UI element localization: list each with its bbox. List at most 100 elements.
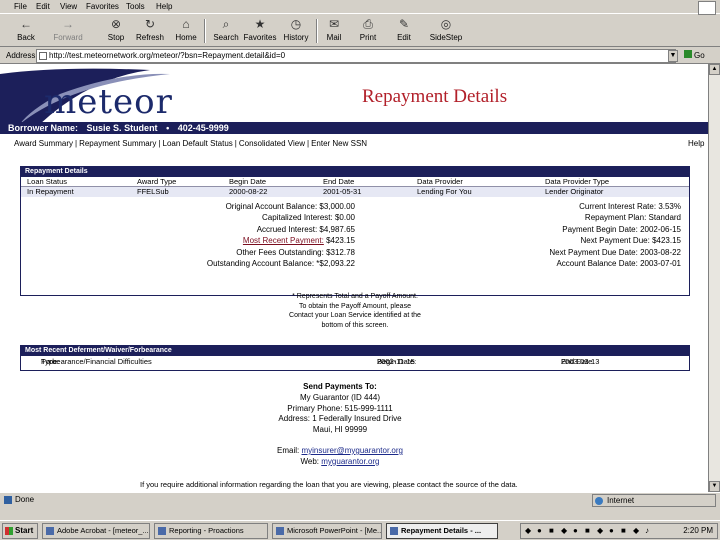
guarantor-address: Address: 1 Federally Insured Drive (278, 414, 402, 424)
refresh-button[interactable]: ↻ Refresh (130, 17, 170, 45)
menu-edit[interactable]: Edit (36, 2, 50, 11)
tray-icon[interactable]: ◆ (525, 527, 533, 535)
nav-tabs: Award Summary | Repayment Summary | Loan Def… (14, 139, 368, 148)
menu-favorites[interactable]: Favorites (86, 2, 119, 11)
history-button[interactable]: ◷ History (276, 17, 316, 45)
home-button[interactable]: ⌂ Home (166, 17, 206, 45)
forward-button[interactable]: → Forward (48, 17, 88, 45)
borrower-name: Susie S. Student (86, 123, 158, 133)
tray-icon[interactable]: ◆ (633, 527, 641, 535)
tray-icon[interactable]: ◆ (597, 527, 605, 535)
most-recent-payment-link[interactable]: Most Recent Payment: (243, 236, 324, 245)
table-cell: 2001-05-31 (323, 187, 362, 196)
sidestep-button[interactable]: ◎ SideStep (426, 17, 466, 45)
tray-icon[interactable]: ■ (621, 527, 629, 535)
send-payments-block: Send Payments To: My Guarantor (ID 444) … (250, 382, 430, 468)
vertical-scrollbar[interactable]: ▲ ▼ (708, 64, 720, 492)
payment-begin-line: Payment Begin Date: 2002-06-15 (562, 224, 681, 234)
deferment-section: Most Recent Deferment/Waiver/Forbearance… (20, 345, 690, 371)
balance-date-line: Account Balance Date: 2003-07-01 (556, 258, 681, 268)
taskbar-item-acrobat[interactable]: Adobe Acrobat - [meteor_... (42, 523, 150, 539)
folder-icon (158, 527, 166, 535)
repayment-details-section: Repayment Details Loan Status Award Type… (20, 166, 690, 296)
page-content: meteor Repayment Details Borrower Name: … (0, 64, 708, 492)
guarantor-name: My Guarantor (ID 444) (299, 392, 381, 402)
taskbar-item-powerpoint[interactable]: Microsoft PowerPoint - [Me... (272, 523, 382, 539)
help-link[interactable]: Help (688, 139, 704, 148)
guarantor-email-link[interactable]: myinsurer@myguarantor.org (301, 446, 403, 455)
column-header: Loan Status (27, 177, 68, 186)
tab-enter-new-ssn[interactable]: Enter New SSN (311, 139, 367, 148)
back-button[interactable]: ← Back (6, 17, 46, 45)
repayment-plan-line: Repayment Plan: Standard (584, 213, 681, 223)
payment-column: Current Interest Rate: 3.53% Repayment P… (361, 201, 681, 269)
scroll-down-icon[interactable]: ▼ (709, 481, 720, 492)
go-button[interactable]: Go (684, 50, 705, 60)
edit-button[interactable]: ✎ Edit (384, 17, 424, 45)
refresh-icon: ↻ (144, 17, 156, 31)
start-button[interactable]: Start (2, 523, 38, 539)
tray-icon[interactable]: ■ (585, 527, 593, 535)
tab-award-summary[interactable]: Award Summary (14, 139, 73, 148)
mail-icon: ✉ (328, 17, 340, 31)
borrower-separator: • (166, 123, 170, 133)
next-payment-line: Next Payment Due: $423.15 (580, 236, 681, 246)
history-icon: ◷ (290, 17, 302, 31)
address-input[interactable]: http://test.meteornetwork.org/meteor/?bs… (36, 49, 676, 63)
powerpoint-icon (276, 527, 284, 535)
scroll-up-icon[interactable]: ▲ (709, 64, 720, 75)
tray-icon[interactable]: ● (609, 527, 617, 535)
tray-icon[interactable]: ◆ (561, 527, 569, 535)
menu-tools[interactable]: Tools (126, 2, 145, 11)
windows-flag-icon (5, 527, 13, 535)
go-arrow-icon (684, 50, 692, 58)
volume-icon[interactable]: ♪ (645, 527, 653, 535)
header: meteor Repayment Details (0, 64, 708, 124)
status-bar: Done Internet (0, 492, 720, 508)
edit-icon: ✎ (398, 17, 410, 31)
table-row[interactable]: In Repayment FFELSub 2000-08-22 2001-05-… (21, 187, 689, 197)
system-tray: ◆ ● ■ ◆ ● ■ ◆ ● ■ ◆ ♪ 2:20 PM (520, 523, 718, 539)
toolbar: ← Back → Forward ⊗ Stop ↻ Refresh ⌂ Home ⌕ Sea… (0, 15, 720, 47)
page-done-icon (4, 495, 12, 504)
search-icon: ⌕ (222, 17, 230, 31)
meteor-logo: meteor (44, 82, 173, 122)
home-icon: ⌂ (182, 17, 190, 31)
accrued-interest-line: Accrued Interest: $4,987.65 (256, 224, 355, 234)
send-payments-heading: Send Payments To: (303, 382, 377, 391)
tray-icon[interactable]: ● (537, 527, 545, 535)
table-cell: Lender Originator (545, 187, 604, 196)
menu-view[interactable]: View (60, 2, 77, 11)
acrobat-icon (46, 527, 54, 535)
print-button[interactable]: ⎙ Print (348, 17, 388, 45)
tray-icon[interactable]: ■ (549, 527, 557, 535)
back-arrow-icon: ← (20, 17, 32, 31)
column-header: End Date (323, 177, 355, 186)
status-text: Done (4, 495, 34, 504)
menu-help[interactable]: Help (156, 2, 172, 11)
table-header-row: Loan Status Award Type Begin Date End Da… (21, 177, 689, 187)
ie-icon (390, 527, 398, 535)
address-dropdown-icon[interactable]: ▼ (668, 50, 678, 62)
stop-icon: ⊗ (110, 17, 122, 31)
column-header: Data Provider (417, 177, 463, 186)
menu-file[interactable]: File (14, 2, 27, 11)
forward-arrow-icon: → (62, 17, 74, 31)
tray-icon[interactable]: ● (573, 527, 581, 535)
footer-note: If you require additional information re… (140, 480, 518, 489)
menu-bar: File Edit View Favorites Tools Help (0, 0, 720, 15)
table-cell: Lending For You (417, 187, 472, 196)
tab-repayment-summary[interactable]: Repayment Summary (79, 139, 156, 148)
payoff-note: * Represents Total and a Payoff Amount. … (289, 293, 421, 329)
favorites-button[interactable]: ★ Favorites (240, 17, 280, 45)
guarantor-web-link[interactable]: myguarantor.org (321, 457, 379, 466)
most-recent-payment-line: Most Recent Payment: $423.15 (242, 236, 355, 246)
column-header: Begin Date (229, 177, 267, 186)
tab-loan-default-status[interactable]: Loan Default Status (163, 139, 233, 148)
guarantor-city: Maui, HI 99999 (312, 425, 368, 435)
ie-logo-icon (698, 1, 716, 15)
taskbar-item-repayment-details[interactable]: Repayment Details - ... (386, 523, 498, 539)
taskbar-item-reporting[interactable]: Reporting - Proactions (154, 523, 268, 539)
financial-details: Original Account Balance: $3,000.00 Capi… (21, 197, 689, 305)
tab-consolidated-view[interactable]: Consolidated View (239, 139, 305, 148)
